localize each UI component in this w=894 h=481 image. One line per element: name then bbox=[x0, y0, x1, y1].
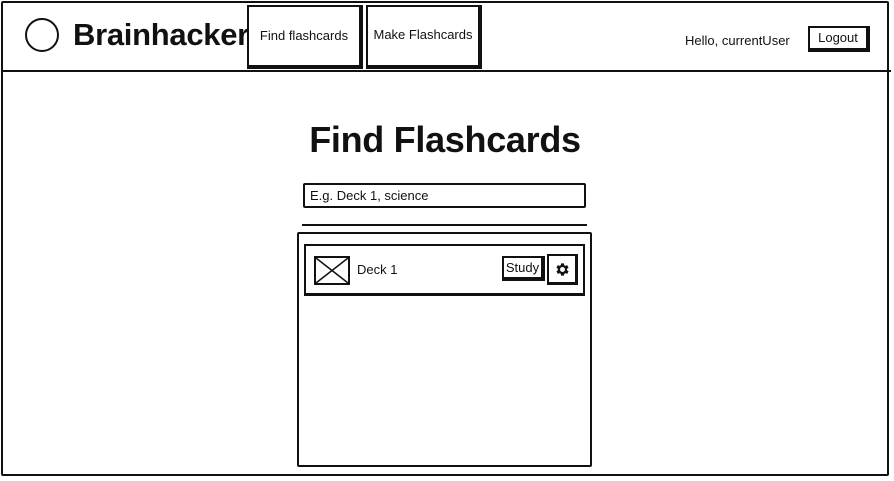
deck-settings-button[interactable] bbox=[547, 254, 578, 285]
gear-icon bbox=[556, 263, 569, 276]
nav-tab-make-flashcards[interactable]: Make Flashcards bbox=[366, 5, 482, 69]
circle-logo-icon bbox=[25, 18, 59, 52]
study-button[interactable]: Study bbox=[502, 256, 545, 281]
deck-results-panel: Deck 1 Study bbox=[297, 232, 592, 467]
app-brand: Brainhacker bbox=[73, 17, 249, 52]
top-nav-bar: Brainhacker Find flashcards Make Flashca… bbox=[3, 3, 891, 72]
app-window: Brainhacker Find flashcards Make Flashca… bbox=[1, 1, 891, 476]
logout-button[interactable]: Logout bbox=[808, 26, 870, 52]
search-input[interactable] bbox=[303, 183, 586, 208]
deck-name: Deck 1 bbox=[357, 262, 398, 277]
image-placeholder-icon bbox=[314, 256, 350, 285]
page-title: Find Flashcards bbox=[309, 119, 581, 160]
user-greeting: Hello, currentUser bbox=[685, 33, 790, 48]
nav-tab-find-flashcards[interactable]: Find flashcards bbox=[247, 5, 363, 69]
deck-list-item[interactable]: Deck 1 Study bbox=[304, 244, 585, 296]
divider bbox=[302, 224, 587, 226]
